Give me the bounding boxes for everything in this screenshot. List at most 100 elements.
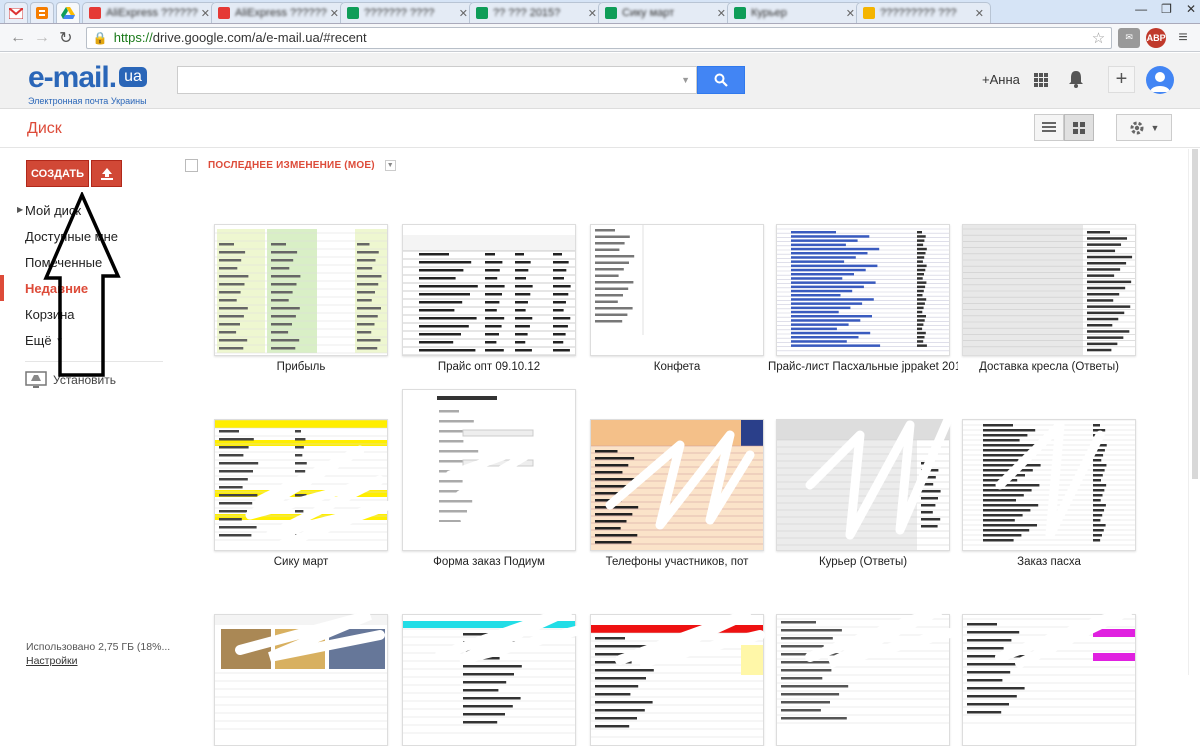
file-thumbnail[interactable] xyxy=(402,224,576,356)
email-ua-logo[interactable]: e-mail. ua Электронная почта Украины xyxy=(28,61,147,106)
user-silhouette-icon xyxy=(1150,72,1170,92)
reload-icon: ↻ xyxy=(59,29,73,47)
file-name[interactable]: Форма заказ Подиум xyxy=(394,556,584,568)
browser-tab[interactable]: AliExpress ??????? ✕ xyxy=(211,2,346,23)
tab-favicon-icon xyxy=(605,7,617,19)
tab-favicon-icon xyxy=(347,7,359,19)
search-icon xyxy=(714,73,728,87)
close-window-icon[interactable]: ✕ xyxy=(1186,2,1196,16)
tab-close-icon[interactable]: ✕ xyxy=(717,7,726,20)
pinned-tab-blogger[interactable] xyxy=(30,2,54,23)
back-button[interactable]: ← xyxy=(6,26,30,50)
tab-favicon-icon xyxy=(89,7,101,19)
file-thumbnail[interactable] xyxy=(402,389,576,551)
file-name[interactable]: Прайс опт 09.10.12 xyxy=(394,361,584,373)
browser-tab[interactable]: ????????? ??? ✕ xyxy=(856,2,991,23)
tab-close-icon[interactable]: ✕ xyxy=(846,7,855,20)
reload-button[interactable]: ↻ xyxy=(54,26,78,50)
vertical-scrollbar[interactable] xyxy=(1188,149,1200,675)
avatar[interactable] xyxy=(1146,66,1174,94)
storage-usage: Использовано 2,75 ГБ (18%... xyxy=(26,641,171,653)
browser-tab-strip: AliExpress ??????? ✕ AliExpress ??????? ✕??… xyxy=(0,0,1200,24)
plus-icon: + xyxy=(1115,68,1128,90)
google-drive-icon xyxy=(61,7,75,19)
tab-title: ??????? ???? xyxy=(364,7,435,19)
adblock-icon[interactable]: ABP xyxy=(1146,27,1167,48)
file-thumbnail[interactable] xyxy=(590,224,764,356)
select-all-checkbox[interactable] xyxy=(185,159,198,172)
create-button[interactable]: СОЗДАТЬ xyxy=(26,160,89,187)
extension-mail-icon[interactable]: ✉ xyxy=(1118,27,1141,48)
grid-view-button[interactable] xyxy=(1064,114,1094,141)
sort-dropdown-chevron-icon[interactable]: ▼ xyxy=(384,160,396,171)
upload-button[interactable] xyxy=(91,160,122,187)
file-thumbnail[interactable] xyxy=(590,419,764,551)
bookmark-star-icon[interactable]: ☆ xyxy=(1092,29,1105,47)
upload-icon xyxy=(100,167,113,180)
file-thumbnail[interactable] xyxy=(214,419,388,551)
user-name-link[interactable]: +Анна xyxy=(982,72,1020,87)
browser-tab[interactable]: Сику март ✕ xyxy=(598,2,733,23)
tab-favicon-icon xyxy=(476,7,488,19)
tab-close-icon[interactable]: ✕ xyxy=(201,7,210,20)
forward-button[interactable]: → xyxy=(30,26,54,50)
sort-label[interactable]: ПОСЛЕДНЕЕ ИЗМЕНЕНИЕ (МОЕ) xyxy=(208,160,375,171)
pinned-tab-drive[interactable] xyxy=(56,2,80,23)
list-view-button[interactable] xyxy=(1034,114,1064,141)
file-thumbnail[interactable] xyxy=(776,614,950,746)
file-thumbnail[interactable] xyxy=(962,224,1136,356)
minimize-icon[interactable]: — xyxy=(1135,2,1147,16)
file-thumbnail[interactable] xyxy=(776,419,950,551)
adblock-label: ABP xyxy=(1146,32,1166,43)
file-name[interactable]: Заказ пасха xyxy=(954,556,1144,568)
notifications-bell-icon[interactable] xyxy=(1068,69,1084,92)
grid-view-icon xyxy=(1073,121,1085,134)
file-name[interactable]: Прайс-лист Пасхальные jppaket 2013 xyxy=(768,361,958,373)
browser-tab[interactable]: Курьер ✕ xyxy=(727,2,862,23)
file-thumbnail[interactable] xyxy=(214,614,388,746)
search-options-chevron-icon[interactable]: ▼ xyxy=(681,75,690,85)
file-thumbnail[interactable] xyxy=(214,224,388,356)
maximize-icon[interactable]: ❐ xyxy=(1161,2,1172,16)
file-name[interactable]: Конфета xyxy=(582,361,772,373)
address-bar[interactable]: 🔒 https:// drive.google.com/a/e-mail.ua/… xyxy=(85,26,1113,49)
search-input[interactable]: ▼ xyxy=(177,66,697,94)
expand-triangle-icon[interactable]: ▶ xyxy=(17,205,23,214)
app-header: e-mail. ua Электронная почта Украины ▼ +А… xyxy=(0,53,1200,109)
browser-tab[interactable]: ?? ??? 2015? ✕ xyxy=(469,2,604,23)
tab-title: ?? ??? 2015? xyxy=(493,7,561,19)
pinned-tab-gmail[interactable] xyxy=(4,2,28,23)
url-path: drive.google.com/a/e-mail.ua/#recent xyxy=(152,30,367,45)
tab-favicon-icon xyxy=(734,7,746,19)
drive-subheader: Диск ▼ xyxy=(0,110,1200,148)
file-name[interactable]: Доставка кресла (Ответы) xyxy=(954,361,1144,373)
file-name[interactable]: Прибыль xyxy=(206,361,396,373)
apps-grid-icon[interactable] xyxy=(1034,73,1048,87)
browser-tab[interactable]: AliExpress ??????? ✕ xyxy=(82,2,217,23)
settings-link[interactable]: Настройки xyxy=(26,655,78,667)
settings-gear-button[interactable]: ▼ xyxy=(1116,114,1172,141)
browser-tab[interactable]: ??????? ???? ✕ xyxy=(340,2,475,23)
tab-list: AliExpress ??????? ✕ AliExpress ??????? ✕??… xyxy=(82,2,991,23)
file-thumbnail[interactable] xyxy=(776,224,950,356)
tab-close-icon[interactable]: ✕ xyxy=(588,7,597,20)
file-thumbnail[interactable] xyxy=(590,614,764,746)
file-thumbnail[interactable] xyxy=(962,614,1136,746)
tab-favicon-icon xyxy=(863,7,875,19)
chevron-down-icon: ▼ xyxy=(1150,122,1160,133)
annotation-up-arrow xyxy=(43,192,121,377)
tab-close-icon[interactable]: ✕ xyxy=(975,7,984,20)
file-name[interactable]: Телефоны участников, пот xyxy=(582,556,772,568)
file-thumbnail[interactable] xyxy=(402,614,576,746)
url-scheme: https:// xyxy=(113,30,153,45)
tab-close-icon[interactable]: ✕ xyxy=(459,7,468,20)
file-name[interactable]: Курьер (Ответы) xyxy=(768,556,958,568)
browser-toolbar: ← → ↻ 🔒 https:// drive.google.com/a/e-ma… xyxy=(0,24,1200,52)
share-plus-button[interactable]: + xyxy=(1108,66,1135,93)
tab-title: Сику март xyxy=(622,7,675,19)
file-thumbnail[interactable] xyxy=(962,419,1136,551)
search-button[interactable] xyxy=(697,66,745,94)
file-name[interactable]: Сику март xyxy=(206,556,396,568)
tab-close-icon[interactable]: ✕ xyxy=(330,7,339,20)
menu-icon[interactable]: ≡ xyxy=(1172,28,1194,48)
